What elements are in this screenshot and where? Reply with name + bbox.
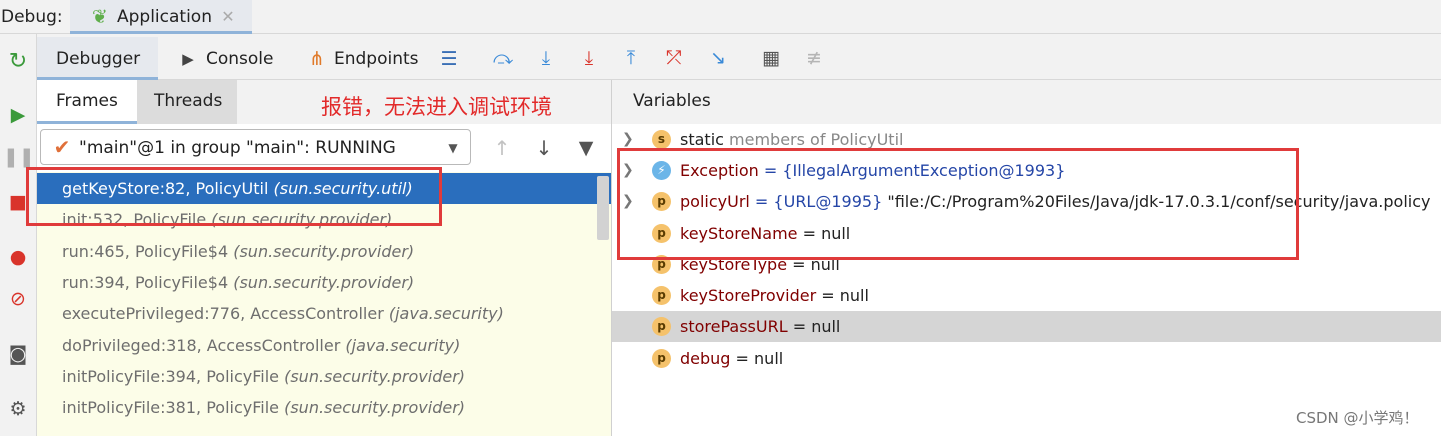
arrow-up-icon[interactable]: ↑ (490, 136, 514, 160)
variable-row-storepassurl[interactable]: p storePassURL = null (612, 311, 1441, 342)
annotation-text: 报错，无法进入调试环境 (321, 95, 552, 119)
frame-row[interactable]: executePrivileged:776, AccessController … (37, 298, 611, 329)
step-into-icon[interactable]: ⤓ (533, 46, 559, 70)
mute-breakpoints-icon[interactable]: ⊘ (3, 287, 33, 311)
step-out-icon[interactable]: ⤒ (618, 46, 644, 70)
tab-debugger-label: Debugger (56, 49, 141, 69)
thread-select-value: "main"@1 in group "main": RUNNING (79, 138, 396, 158)
gear-icon[interactable]: ⚙ (3, 397, 33, 421)
annotation-box-variables (617, 148, 1299, 260)
step-over-icon[interactable]: ⤼ (490, 46, 516, 70)
variable-row-keystoreprovider[interactable]: p keyStoreProvider = null (612, 280, 1441, 311)
debug-actions-bar (0, 34, 37, 436)
run-to-cursor-icon[interactable]: ↘ (704, 46, 732, 70)
drop-frame-icon[interactable]: ⤱ (661, 46, 687, 70)
camera-icon[interactable]: ◙ (3, 342, 33, 366)
tab-frames-label: Frames (56, 91, 118, 111)
close-tab-icon[interactable]: ✕ (218, 5, 238, 29)
variable-row-debug[interactable]: p debug = null (612, 343, 1441, 374)
frames-scrollbar[interactable] (597, 176, 609, 240)
field-badge-icon: p (652, 317, 671, 336)
spring-leaf-icon: ❦ (92, 6, 108, 28)
pause-icon[interactable]: ❚❚ (3, 145, 35, 169)
menu-icon[interactable]: ☰ (436, 47, 462, 71)
variables-header (612, 80, 1441, 124)
arrow-down-icon[interactable]: ↓ (532, 136, 556, 160)
rerun-icon[interactable]: ↻ (3, 50, 33, 74)
view-breakpoints-icon[interactable]: ● (3, 245, 33, 269)
watermark: CSDN @小学鸡！ (1296, 409, 1419, 427)
resume-icon[interactable]: ▶ (3, 103, 33, 127)
frame-row[interactable]: initPolicyFile:381, PolicyFile (sun.secu… (37, 392, 611, 423)
evaluate-expression-icon[interactable]: ▦ (757, 46, 785, 70)
static-badge-icon: s (652, 130, 671, 149)
trace-stream-icon[interactable]: ≢ (800, 46, 828, 70)
filter-icon[interactable]: ▼ (574, 136, 598, 160)
tab-threads-label: Threads (154, 91, 223, 111)
variables-title: Variables (633, 91, 711, 111)
chevron-down-icon[interactable]: ▼ (442, 136, 464, 160)
debug-label: Debug: (1, 7, 63, 27)
tab-application-label: Application (117, 7, 212, 27)
force-step-into-icon[interactable]: ⤓ (576, 46, 602, 70)
frame-row[interactable]: run:465, PolicyFile$4 (sun.security.prov… (37, 236, 611, 267)
frame-row[interactable]: run:394, PolicyFile$4 (sun.security.prov… (37, 267, 611, 298)
tab-console[interactable]: Console (206, 47, 274, 71)
tab-endpoints[interactable]: Endpoints (334, 47, 419, 71)
checkmark-icon: ✔ (53, 135, 71, 159)
annotation-box-frame (26, 167, 442, 226)
endpoints-icon: ⋔ (309, 48, 325, 70)
field-badge-icon: p (652, 349, 671, 368)
console-icon: ▶ (182, 50, 194, 68)
field-badge-icon: p (652, 286, 671, 305)
frame-row[interactable]: doPrivileged:318, AccessController (java… (37, 330, 611, 361)
frame-row[interactable]: initPolicyFile:394, PolicyFile (sun.secu… (37, 361, 611, 392)
